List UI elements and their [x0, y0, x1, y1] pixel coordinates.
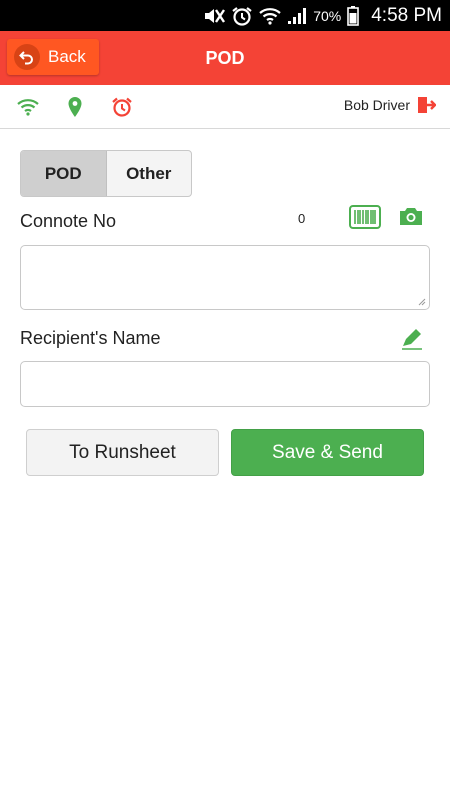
save-send-button[interactable]: Save & Send	[231, 429, 424, 476]
connote-count: 0	[298, 211, 306, 226]
back-arrow-icon	[14, 44, 40, 70]
to-runsheet-button[interactable]: To Runsheet	[26, 429, 219, 476]
back-label: Back	[48, 47, 86, 66]
driver-name: Bob Driver	[343, 97, 410, 113]
signal-icon	[287, 6, 307, 26]
status-bar: 70% 4:58 PM	[0, 0, 450, 31]
alarm-icon	[231, 6, 253, 26]
mute-icon	[203, 6, 226, 26]
signature-pen-icon[interactable]	[399, 326, 425, 352]
back-button[interactable]: Back	[7, 39, 99, 75]
app-header: Back POD	[0, 31, 450, 85]
alarm-icon	[110, 95, 134, 119]
logout-icon[interactable]	[416, 95, 436, 115]
info-bar: Bob Driver	[0, 85, 450, 129]
battery-icon	[347, 5, 360, 26]
wifi-icon	[16, 95, 40, 119]
resize-grip-icon	[418, 298, 426, 306]
status-time: 4:58 PM	[371, 4, 442, 26]
connote-input[interactable]	[20, 245, 430, 310]
battery-percent: 70%	[313, 7, 342, 24]
tab-pod[interactable]: POD	[21, 151, 107, 196]
location-icon	[63, 95, 87, 119]
driver-info: Bob Driver	[344, 95, 436, 115]
camera-icon[interactable]	[398, 205, 424, 227]
recipient-name-input[interactable]	[20, 361, 430, 407]
wifi-icon	[259, 6, 281, 26]
pod-other-tabs: POD Other	[20, 150, 192, 197]
recipient-label: Recipient's Name	[20, 328, 161, 348]
connote-label: Connote No	[20, 211, 117, 231]
tab-other[interactable]: Other	[107, 151, 192, 196]
barcode-icon[interactable]	[349, 205, 381, 229]
